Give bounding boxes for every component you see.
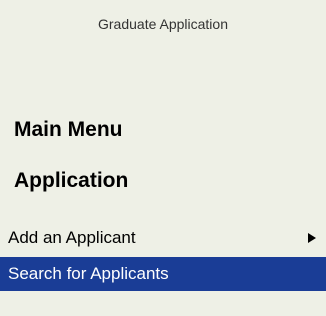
menu-item-label: Search for Applicants [8, 264, 169, 283]
graduate-application-page: { "app": { "title": "Graduate Applicatio… [0, 0, 326, 316]
main-menu-heading[interactable]: Main Menu [14, 118, 123, 142]
submenu-arrow-icon [308, 233, 316, 243]
app-title: Graduate Application [98, 16, 228, 32]
menu-item-label: Add an Applicant [8, 228, 136, 247]
menu-item-search-applicants[interactable]: Search for Applicants [0, 257, 326, 291]
application-heading[interactable]: Application [14, 169, 128, 193]
menu-item-add-applicant[interactable]: Add an Applicant [0, 221, 326, 255]
